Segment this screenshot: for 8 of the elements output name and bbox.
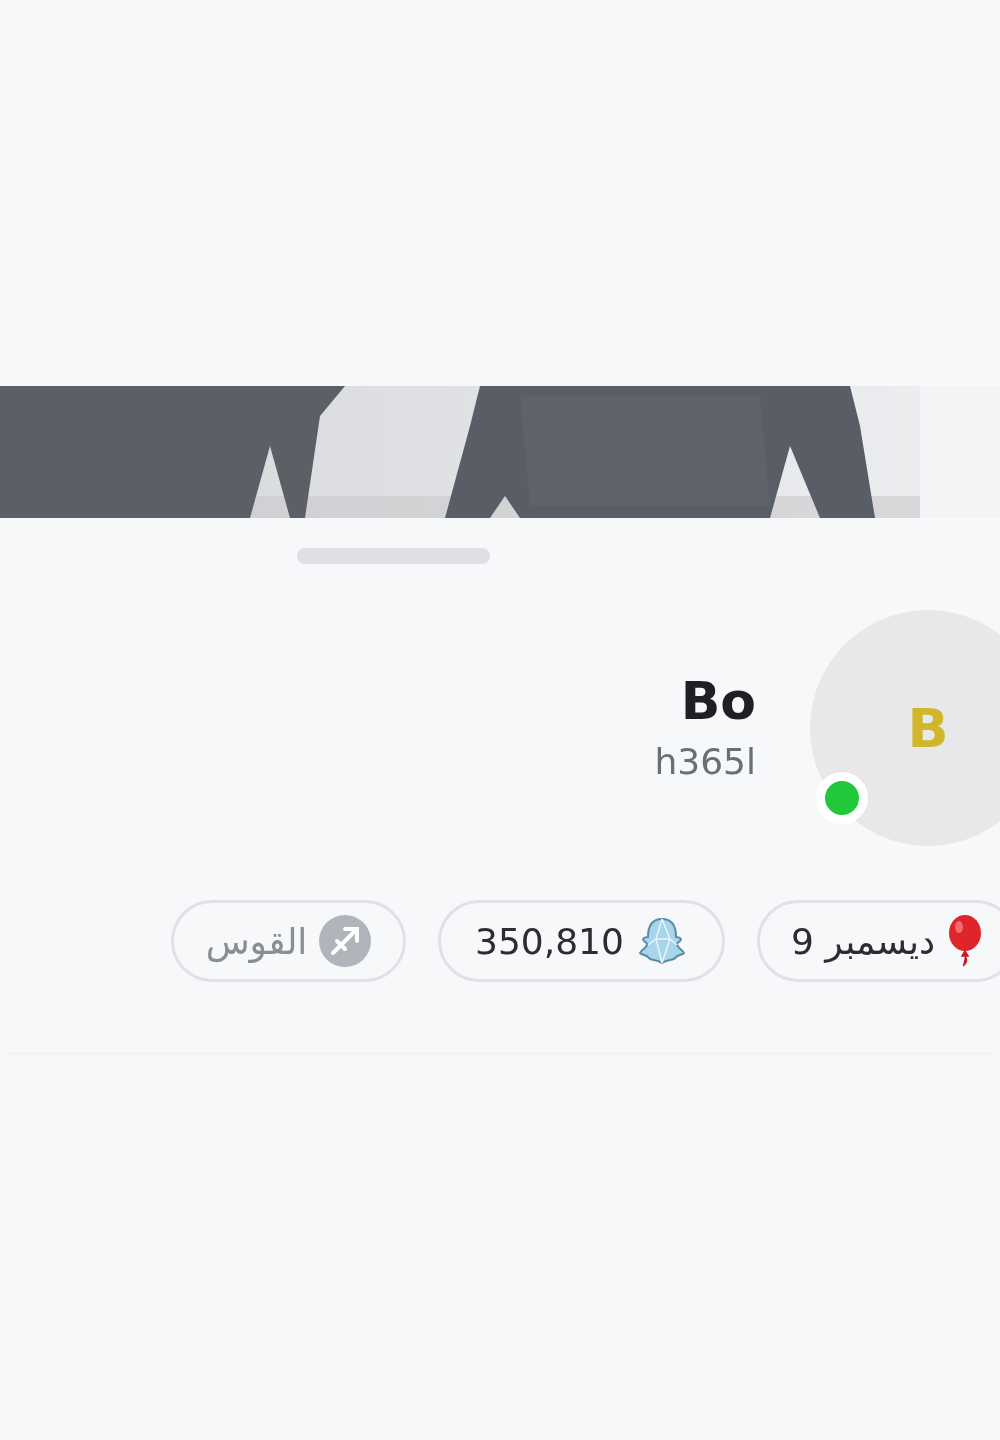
username: h365l bbox=[654, 739, 756, 784]
score-badge[interactable]: 350,810 bbox=[438, 900, 725, 982]
birthday-badge[interactable]: 9 ديسمبر bbox=[757, 900, 1000, 982]
display-name: Bo bbox=[680, 670, 756, 733]
balloon-icon bbox=[947, 915, 984, 967]
drag-handle[interactable] bbox=[297, 548, 490, 564]
avatar-initial: B bbox=[907, 696, 949, 760]
sagittarius-icon bbox=[319, 915, 372, 967]
